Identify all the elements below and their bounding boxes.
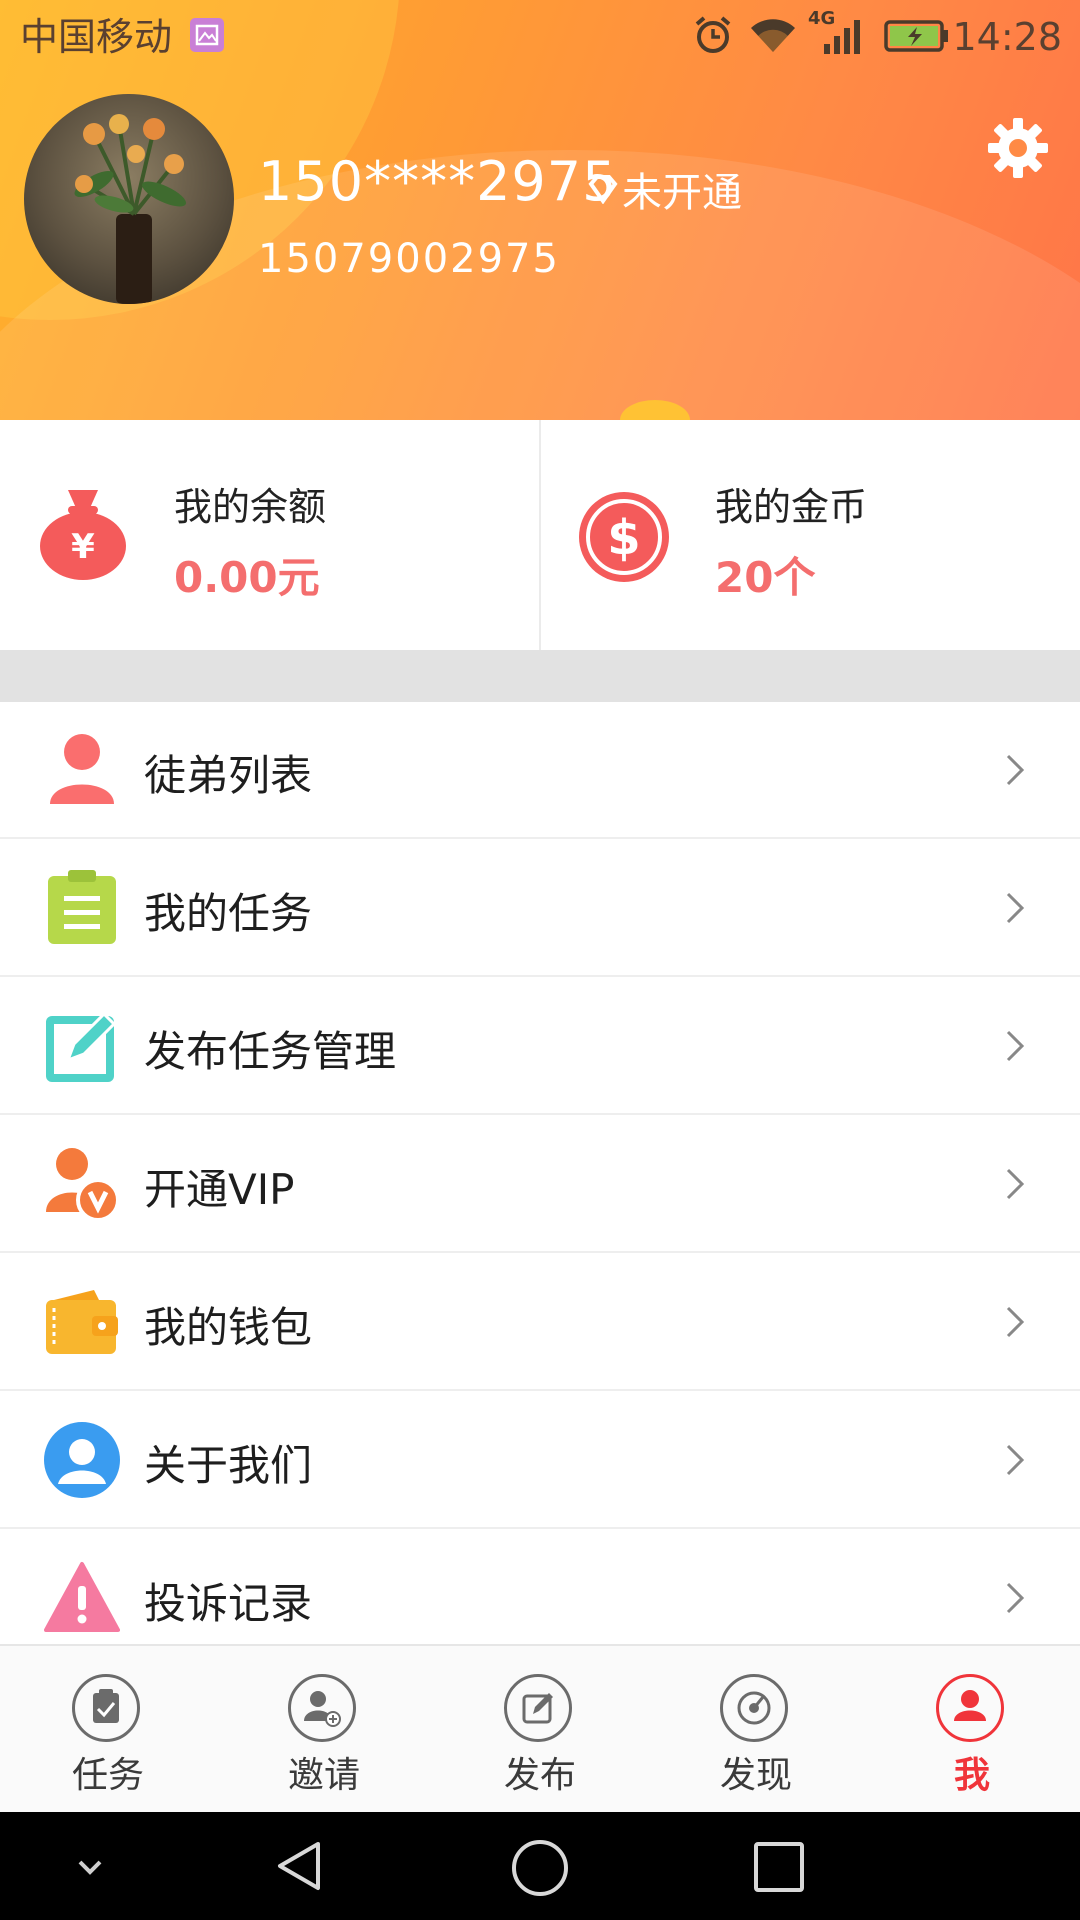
menu-item-open-vip[interactable]: 开通VIP — [0, 1116, 1080, 1253]
tab-label: 发布 — [503, 1755, 576, 1796]
menu-item-label: 徒弟列表 — [144, 751, 313, 800]
chevron-right-icon — [1000, 878, 1032, 938]
person-icon — [44, 732, 120, 808]
avatar[interactable] — [24, 94, 234, 304]
wallet-icon — [44, 1284, 120, 1360]
publish-icon — [504, 1674, 572, 1742]
menu-item-label: 我的任务 — [144, 889, 313, 938]
clock-time: 14:28 — [952, 15, 1062, 59]
vip-status[interactable]: 未开通 — [588, 160, 742, 218]
tab-discover[interactable]: 发现 — [648, 1646, 864, 1812]
chevron-right-icon — [1000, 1292, 1032, 1352]
gallery-notification-icon — [190, 18, 224, 52]
carrier-name: 中国移动 — [20, 15, 173, 59]
system-navigation-bar — [0, 1812, 1080, 1920]
wifi-icon — [748, 14, 798, 56]
tab-label: 任务 — [71, 1755, 144, 1796]
task-icon — [72, 1674, 140, 1742]
menu-item-label: 开通VIP — [144, 1165, 295, 1214]
recent-apps-icon[interactable] — [752, 1840, 806, 1894]
warning-icon — [44, 1560, 120, 1636]
chevron-right-icon — [1000, 1016, 1032, 1076]
svg-text:¥: ¥ — [71, 527, 95, 567]
money-bag-icon: ¥ — [38, 486, 128, 582]
menu-item-my-tasks[interactable]: 我的任务 — [0, 840, 1080, 977]
phone-number: 15079002975 — [258, 236, 560, 282]
menu-item-label: 我的钱包 — [144, 1303, 313, 1352]
back-icon[interactable] — [272, 1838, 328, 1894]
tab-label: 邀请 — [287, 1755, 360, 1796]
chevron-right-icon — [1000, 1154, 1032, 1214]
coins-title: 我的金币 — [715, 485, 868, 529]
me-icon — [936, 1674, 1004, 1742]
menu-item-label: 关于我们 — [144, 1441, 313, 1490]
menu-item-my-wallet[interactable]: 我的钱包 — [0, 1254, 1080, 1391]
user-circle-icon — [44, 1422, 120, 1498]
dollar-coin-icon: $ — [577, 490, 671, 584]
menu-item-complaint-records[interactable]: 投诉记录 — [0, 1530, 1080, 1644]
menu-item-publish-task-management[interactable]: 发布任务管理 — [0, 978, 1080, 1115]
chevron-right-icon — [1000, 1430, 1032, 1490]
vip-user-icon — [44, 1146, 120, 1222]
invite-icon — [288, 1674, 356, 1742]
menu-item-label: 投诉记录 — [144, 1579, 313, 1628]
svg-text:$: $ — [607, 510, 640, 566]
tab-invite[interactable]: 邀请 — [216, 1646, 432, 1812]
tab-me[interactable]: 我 — [864, 1646, 1080, 1812]
clipboard-icon — [44, 870, 120, 946]
balance-card[interactable]: ¥ 我的余额 0.00元 — [0, 420, 539, 650]
stats-panel: ¥ 我的余额 0.00元 $ 我的金币 20个 — [0, 420, 1080, 650]
balance-value: 0.00元 — [174, 553, 320, 602]
tab-publish[interactable]: 发布 — [432, 1646, 648, 1812]
vip-status-label: 未开通 — [622, 170, 742, 216]
tab-task[interactable]: 任务 — [0, 1646, 216, 1812]
home-icon[interactable] — [510, 1838, 570, 1898]
battery-icon — [884, 20, 950, 52]
section-separator — [0, 650, 1080, 702]
bottom-tab-bar: 任务 邀请 发布 发现 我 — [0, 1644, 1080, 1812]
coins-card[interactable]: $ 我的金币 20个 — [541, 420, 1080, 650]
chevron-right-icon — [1000, 740, 1032, 800]
coins-value: 20个 — [715, 553, 816, 602]
signal-icon — [822, 16, 866, 56]
chevron-down-icon[interactable] — [70, 1846, 110, 1886]
menu-item-label: 发布任务管理 — [144, 1027, 397, 1076]
chevron-right-icon — [1000, 1568, 1032, 1628]
diamond-icon — [588, 175, 618, 204]
alarm-icon — [692, 14, 734, 56]
discover-icon — [720, 1674, 788, 1742]
username: 150****2975 — [258, 150, 618, 213]
menu-item-about-us[interactable]: 关于我们 — [0, 1392, 1080, 1529]
balance-title: 我的余额 — [174, 485, 327, 529]
profile-header: 中国移动 4G 14:28 150****2975 未开通 1507900297… — [0, 0, 1080, 420]
menu-item-apprentice-list[interactable]: 徒弟列表 — [0, 702, 1080, 839]
tab-label: 发现 — [719, 1755, 792, 1796]
edit-icon — [44, 1008, 120, 1084]
gear-icon[interactable] — [986, 116, 1050, 180]
tab-label: 我 — [953, 1755, 990, 1796]
menu-list: 徒弟列表 我的任务 发布任务管理 开通VIP 我的钱包 关于我们 投诉记录 — [0, 702, 1080, 1644]
